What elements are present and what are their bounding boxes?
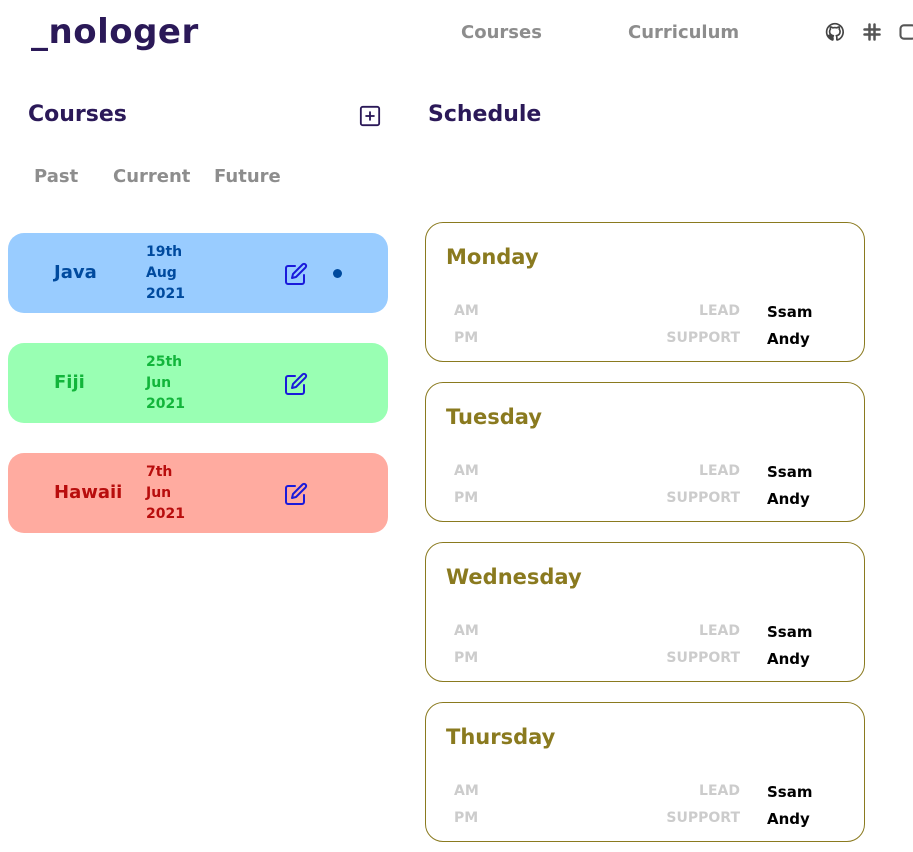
discord-icon[interactable] xyxy=(898,22,913,42)
github-icon[interactable] xyxy=(825,22,845,42)
slack-icon[interactable] xyxy=(862,22,882,42)
support-label: SUPPORT xyxy=(666,330,740,346)
support-label: SUPPORT xyxy=(666,490,740,506)
am-label: AM xyxy=(454,623,479,639)
schedule-heading: Schedule xyxy=(428,102,542,127)
support-person: Andy xyxy=(767,650,810,668)
course-date: 25th Jun 2021 xyxy=(146,354,185,412)
lead-label: LEAD xyxy=(699,783,740,799)
pm-label: PM xyxy=(454,810,479,826)
lead-person: Ssam xyxy=(767,463,813,481)
am-label: AM xyxy=(454,783,479,799)
lead-person: Ssam xyxy=(767,783,813,801)
course-date: 7th Jun 2021 xyxy=(146,464,185,522)
active-course-dot xyxy=(333,269,342,278)
course-card-hawaii[interactable]: Hawaii 7th Jun 2021 xyxy=(8,453,388,533)
day-card-wednesday: Wednesday AM PM LEAD SUPPORT Ssam Andy xyxy=(425,542,865,682)
course-card-java[interactable]: Java 19th Aug 2021 xyxy=(8,233,388,313)
support-person: Andy xyxy=(767,330,810,348)
edit-icon[interactable] xyxy=(284,262,308,286)
day-card-tuesday: Tuesday AM PM LEAD SUPPORT Ssam Andy xyxy=(425,382,865,522)
lead-person: Ssam xyxy=(767,303,813,321)
app-logo[interactable]: _nologer xyxy=(31,12,199,52)
support-person: Andy xyxy=(767,810,810,828)
am-label: AM xyxy=(454,303,479,319)
tab-past[interactable]: Past xyxy=(34,166,78,187)
support-label: SUPPORT xyxy=(666,650,740,666)
pm-label: PM xyxy=(454,650,479,666)
nav-curriculum[interactable]: Curriculum xyxy=(628,22,739,43)
support-person: Andy xyxy=(767,490,810,508)
lead-label: LEAD xyxy=(699,463,740,479)
pm-label: PM xyxy=(454,490,479,506)
lead-person: Ssam xyxy=(767,623,813,641)
tab-future[interactable]: Future xyxy=(214,166,281,187)
course-card-fiji[interactable]: Fiji 25th Jun 2021 xyxy=(8,343,388,423)
day-name: Monday xyxy=(446,245,539,269)
day-name: Tuesday xyxy=(446,405,542,429)
courses-heading: Courses xyxy=(28,102,127,127)
plus-square-icon[interactable] xyxy=(359,105,381,127)
support-label: SUPPORT xyxy=(666,810,740,826)
lead-label: LEAD xyxy=(699,303,740,319)
course-name: Hawaii xyxy=(54,482,123,503)
day-card-thursday: Thursday AM PM LEAD SUPPORT Ssam Andy xyxy=(425,702,865,842)
edit-icon[interactable] xyxy=(284,482,308,506)
edit-icon[interactable] xyxy=(284,372,308,396)
day-card-monday: Monday AM PM LEAD SUPPORT Ssam Andy xyxy=(425,222,865,362)
course-date: 19th Aug 2021 xyxy=(146,244,185,302)
am-label: AM xyxy=(454,463,479,479)
day-name: Thursday xyxy=(446,725,556,749)
course-name: Java xyxy=(54,262,97,283)
day-name: Wednesday xyxy=(446,565,582,589)
pm-label: PM xyxy=(454,330,479,346)
nav-courses[interactable]: Courses xyxy=(461,22,542,43)
tab-current[interactable]: Current xyxy=(113,166,190,187)
course-name: Fiji xyxy=(54,372,85,393)
lead-label: LEAD xyxy=(699,623,740,639)
